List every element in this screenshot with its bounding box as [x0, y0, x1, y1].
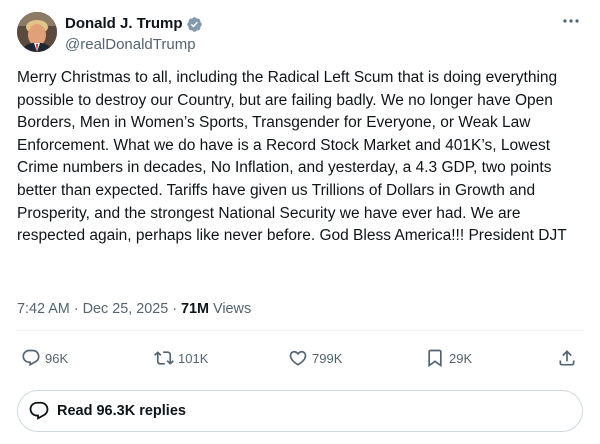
views-label: Views [213, 301, 252, 317]
post-time[interactable]: 7:42 AM [17, 301, 70, 317]
meta-separator: · [172, 301, 178, 317]
avatar[interactable] [17, 12, 57, 52]
repost-button[interactable]: 101K [154, 340, 208, 376]
meta-separator: · [73, 301, 79, 317]
author-display-name[interactable]: Donald J. Trump [65, 14, 183, 34]
bookmark-count: 29K [449, 350, 473, 366]
post-card: Donald J. Trump @realDonaldTrump Merry C… [0, 0, 600, 444]
verified-badge-icon[interactable] [186, 16, 203, 33]
post-header: Donald J. Trump @realDonaldTrump [17, 11, 584, 55]
read-replies-button[interactable]: Read 96.3K replies [17, 390, 583, 432]
author-handle[interactable]: @realDonaldTrump [65, 35, 203, 55]
repost-count: 101K [178, 350, 209, 366]
reply-button[interactable]: 96K [21, 340, 68, 376]
share-button[interactable] [557, 340, 577, 376]
post-meta: 7:42 AM · Dec 25, 2025 · 71M Views [17, 299, 251, 319]
post-text: Merry Christmas to all, including the Ra… [17, 69, 567, 245]
avatar-image [17, 12, 57, 52]
post-date[interactable]: Dec 25, 2025 [83, 301, 169, 317]
divider [16, 330, 584, 331]
like-count: 799K [312, 350, 343, 366]
read-replies-label: Read 96.3K replies [57, 403, 186, 419]
repost-icon [154, 351, 174, 365]
bookmark-button[interactable]: 29K [425, 340, 472, 376]
bookmark-icon [428, 349, 442, 368]
views-count: 71M [181, 301, 210, 317]
author-names: Donald J. Trump @realDonaldTrump [65, 14, 203, 55]
reply-count: 96K [45, 350, 69, 366]
action-bar: 96K 101K 799K 29K [16, 340, 584, 376]
heart-icon [289, 350, 307, 366]
like-button[interactable]: 799K [288, 340, 342, 376]
share-icon [559, 350, 575, 366]
more-options-button[interactable] [558, 11, 584, 31]
more-horizontal-icon [563, 19, 579, 23]
reply-icon [22, 349, 40, 367]
speech-bubble-icon [29, 401, 49, 420]
